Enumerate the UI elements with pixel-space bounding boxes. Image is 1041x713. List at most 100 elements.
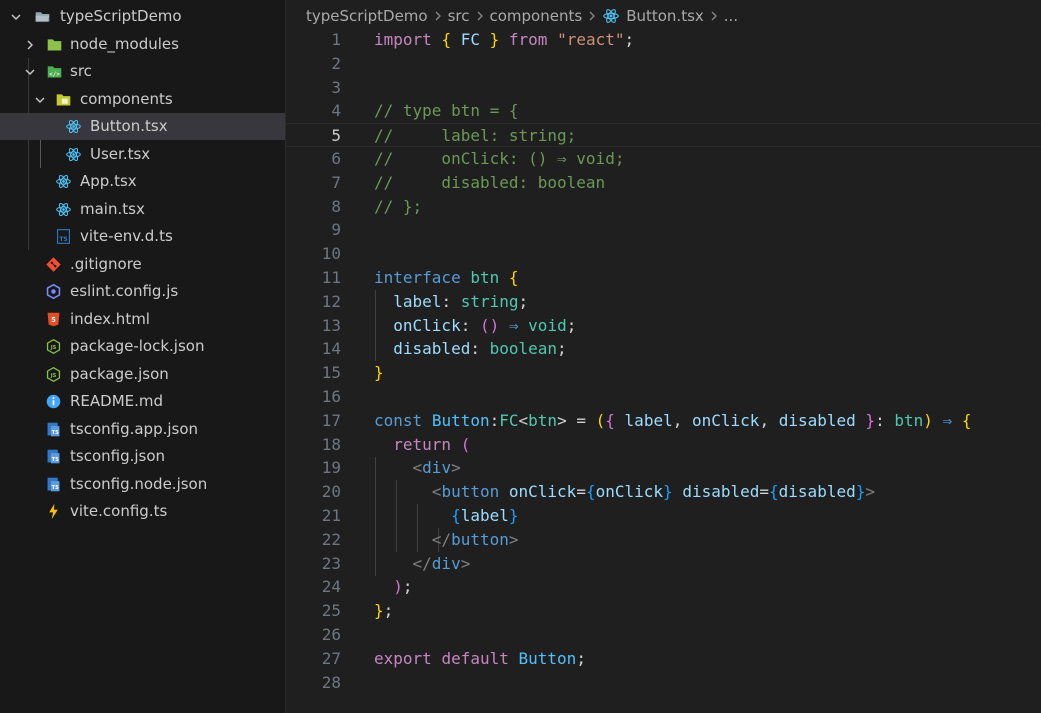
- code-line: 26: [286, 623, 1041, 647]
- line-number: 2: [331, 53, 341, 73]
- code-text[interactable]: }: [374, 361, 384, 385]
- tree-file-tsconfig-app[interactable]: TS tsconfig.app.json: [0, 416, 285, 443]
- tree-label: eslint.config.js: [70, 282, 179, 300]
- svg-text:TS: TS: [59, 236, 67, 243]
- breadcrumb-more[interactable]: ...: [724, 7, 738, 25]
- code-lines[interactable]: 1 import { FC } from "react"; 2 3 4 // typ…: [286, 28, 1041, 694]
- code-line-active: 5 // label: string;: [286, 123, 1041, 147]
- chevron-right-icon[interactable]: [22, 31, 38, 58]
- nodejs-icon: JS: [43, 333, 63, 360]
- code-text[interactable]: // onClick: () ⇒ void;: [374, 147, 624, 171]
- code-text[interactable]: <div>: [374, 456, 461, 480]
- tree-label: User.tsx: [90, 145, 151, 163]
- code-line: 18 return (: [286, 433, 1041, 457]
- code-text[interactable]: <button onClick={onClick} disabled={disa…: [374, 480, 875, 504]
- tree-file-button-tsx[interactable]: Button.tsx: [0, 113, 285, 140]
- code-line: 1 import { FC } from "react";: [286, 28, 1041, 52]
- code-text[interactable]: onClick: () ⇒ void;: [374, 314, 576, 338]
- tsconfig-icon: TS: [43, 471, 63, 498]
- line-number: 24: [321, 577, 341, 597]
- code-text[interactable]: // };: [374, 195, 422, 219]
- line-number: 11: [321, 267, 341, 287]
- breadcrumb-folder-src[interactable]: src: [448, 7, 470, 25]
- tree-file-index-html[interactable]: 5 index.html: [0, 306, 285, 333]
- line-number: 5: [331, 126, 341, 146]
- tree-file-vite-env[interactable]: TS vite-env.d.ts: [0, 223, 285, 250]
- react-icon: [63, 141, 83, 168]
- tree-folder-src[interactable]: </> src: [0, 58, 285, 85]
- folder-components-icon: [53, 86, 73, 113]
- tree-label: tsconfig.app.json: [70, 420, 199, 438]
- code-text[interactable]: </div>: [374, 552, 471, 576]
- svg-text:5: 5: [51, 316, 56, 324]
- code-text[interactable]: </button>: [374, 528, 519, 552]
- code-line: 25};: [286, 599, 1041, 623]
- breadcrumb-file[interactable]: Button.tsx: [626, 7, 704, 25]
- chevron-down-icon[interactable]: [8, 3, 24, 30]
- code-line: 15}: [286, 361, 1041, 385]
- tree-label: package-lock.json: [70, 337, 205, 355]
- tree-file-vite-config[interactable]: vite.config.ts: [0, 498, 285, 525]
- code-text[interactable]: );: [374, 575, 412, 599]
- tree-file-eslint[interactable]: eslint.config.js: [0, 278, 285, 305]
- code-text[interactable]: // disabled: boolean: [374, 171, 605, 195]
- line-number: 12: [321, 291, 341, 311]
- tree-file-main-tsx[interactable]: main.tsx: [0, 196, 285, 223]
- tree-file-package-json[interactable]: JS package.json: [0, 361, 285, 388]
- code-line: 2: [286, 52, 1041, 76]
- line-number: 7: [331, 172, 341, 192]
- code-text[interactable]: export default Button;: [374, 647, 586, 671]
- code-text[interactable]: interface btn {: [374, 266, 519, 290]
- breadcrumb-project[interactable]: typeScriptDemo: [306, 7, 428, 25]
- chevron-right-icon: [587, 10, 597, 22]
- code-line: 23 </div>: [286, 552, 1041, 576]
- code-text[interactable]: };: [374, 599, 393, 623]
- tree-file-tsconfig[interactable]: TS tsconfig.json: [0, 443, 285, 470]
- svg-text:JS: JS: [49, 373, 56, 379]
- tree-label: App.tsx: [80, 172, 137, 190]
- code-line: 12 label: string;: [286, 290, 1041, 314]
- code-line: 4 // type btn = {: [286, 99, 1041, 123]
- tree-folder-node-modules[interactable]: node_modules: [0, 31, 285, 58]
- code-text[interactable]: import { FC } from "react";: [374, 28, 634, 52]
- code-line: 14 disabled: boolean;: [286, 337, 1041, 361]
- line-number: 17: [321, 410, 341, 430]
- code-text[interactable]: // type btn = {: [374, 99, 519, 123]
- code-text[interactable]: {label}: [374, 504, 518, 528]
- react-icon: [53, 168, 73, 195]
- code-line: 24 );: [286, 575, 1041, 599]
- tree-label: tsconfig.json: [70, 447, 166, 465]
- tree-file-tsconfig-node[interactable]: TS tsconfig.node.json: [0, 471, 285, 498]
- line-number: 27: [321, 648, 341, 668]
- chevron-down-icon[interactable]: [22, 58, 38, 85]
- code-text[interactable]: return (: [374, 433, 470, 457]
- svg-text:JS: JS: [49, 345, 56, 351]
- tree-file-gitignore[interactable]: .gitignore: [0, 251, 285, 278]
- tree-folder-components[interactable]: components: [0, 86, 285, 113]
- tree-label: typeScriptDemo: [60, 7, 182, 25]
- tree-file-package-lock[interactable]: JS package-lock.json: [0, 333, 285, 360]
- breadcrumb-folder-components[interactable]: components: [490, 7, 583, 25]
- code-text[interactable]: // label: string;: [374, 124, 576, 148]
- tsconfig-icon: TS: [43, 443, 63, 470]
- folder-node-icon: [44, 31, 64, 58]
- line-number: 1: [331, 30, 341, 49]
- code-line: 21 {label}: [286, 504, 1041, 528]
- tree-label: tsconfig.node.json: [70, 475, 208, 493]
- code-text[interactable]: const Button:FC<btn> = ({ label, onClick…: [374, 409, 971, 433]
- chevron-right-icon: [433, 10, 443, 22]
- line-number: 6: [331, 148, 341, 168]
- code-text[interactable]: label: string;: [374, 290, 528, 314]
- tree-file-app-tsx[interactable]: App.tsx: [0, 168, 285, 195]
- tree-file-readme[interactable]: README.md: [0, 388, 285, 415]
- code-editor[interactable]: typeScriptDemo src components Button.tsx…: [286, 0, 1041, 713]
- tree-label: .gitignore: [70, 255, 142, 273]
- nodejs-icon: JS: [43, 361, 63, 388]
- chevron-down-icon[interactable]: [32, 86, 48, 113]
- tree-folder-root[interactable]: typeScriptDemo: [0, 3, 285, 30]
- code-line: 22 </button>: [286, 528, 1041, 552]
- tree-label: main.tsx: [80, 200, 145, 218]
- line-number: 13: [321, 315, 341, 335]
- code-text[interactable]: disabled: boolean;: [374, 337, 566, 361]
- tree-file-user-tsx[interactable]: User.tsx: [0, 141, 285, 168]
